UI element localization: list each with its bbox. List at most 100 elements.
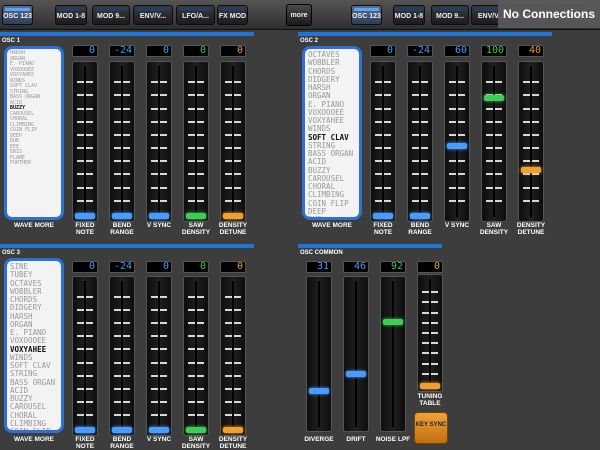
right-tab-2[interactable]: MOD 9... [431,5,469,25]
slider-tick [523,187,539,189]
slider-tick [225,362,241,364]
slider-tick [449,200,465,202]
osc2-slider-knob-3[interactable] [484,95,504,101]
slider-tick [114,173,130,175]
key-sync-button[interactable]: KEY SYNC [414,412,448,444]
right-tab-0[interactable]: OSC 123 [351,5,382,25]
osc2-slider-knob-2[interactable] [447,143,467,149]
slider-tick [77,309,93,311]
osc3-slider-knob-1[interactable] [112,427,132,433]
osc2-slider-4[interactable] [518,61,544,222]
right-tab-1[interactable]: MOD 1-8 [393,5,425,25]
slider-tick [188,296,204,298]
left-tab-3[interactable]: ENV/V... [133,5,173,25]
osc3-slider-3[interactable] [183,276,209,436]
left-tab-0[interactable]: OSC 123 [2,5,33,25]
osc3-slider-knob-2[interactable] [149,427,169,433]
osc3-slider-label-4: DENSITY DETUNE [218,436,248,450]
slider-tick [77,362,93,364]
osc1-slider-display-3: 0 [183,45,209,57]
osc1-slider-knob-0[interactable] [75,213,95,219]
left-tab-indicator-2 [95,8,127,11]
slider-tick [188,322,204,324]
slider-tick [225,348,241,350]
slider-tick [375,160,391,162]
osc3-slider-0[interactable] [72,276,98,436]
left-tab-4[interactable]: LFO/A... [176,5,215,25]
osc1-wave-list[interactable]: HARSH ORGAN E. PIANO VOXOOOEE VOXYAHEE WINDS S… [4,46,64,220]
slider-tick [77,81,93,83]
osc3-slider-4[interactable] [220,276,246,436]
slider-tick [188,187,204,189]
slider-tick [77,296,93,298]
more-button[interactable]: more [286,4,312,26]
slider-tick [225,296,241,298]
common-slider-2[interactable] [380,276,406,432]
slider-tick [412,147,428,149]
osc1-slider-display-2: 0 [146,45,172,57]
osc2-wave-list[interactable]: OCTAVES WOBBLER CHORDS DIDGERY HARSH ORGAN E. … [302,46,362,220]
osc3-slider-1[interactable] [109,276,135,436]
slider-tick [114,134,130,136]
osc2-slider-knob-1[interactable] [410,213,430,219]
osc1-slider-1[interactable] [109,61,135,222]
slider-tick [114,160,130,162]
osc2-slider-knob-0[interactable] [373,213,393,219]
slider-tick [188,375,204,377]
osc1-slider-knob-2[interactable] [149,213,169,219]
slider-tick [151,362,167,364]
osc2-slider-label-4: DENSITY DETUNE [516,222,546,236]
osc1-slider-knob-3[interactable] [186,213,206,219]
slider-tick [422,301,438,303]
slider-tick [188,414,204,416]
common-slider-knob-3[interactable] [420,383,440,389]
left-tab-5[interactable]: FX MOD [217,5,248,25]
common-slider-label-3: TUNING TABLE [417,393,443,407]
common-slider-display-1: 46 [343,261,369,273]
common-slider-1[interactable] [343,276,369,432]
common-slider-knob-1[interactable] [346,371,366,377]
osc1-slider-3[interactable] [183,61,209,222]
slider-tick [412,173,428,175]
osc2-slider-0[interactable] [370,61,396,222]
slider-tick [225,81,241,83]
slider-tick [151,388,167,390]
osc2-slider-knob-4[interactable] [521,167,541,173]
osc1-slider-knob-1[interactable] [112,213,132,219]
osc3-slider-2[interactable] [146,276,172,436]
common-slider-3[interactable] [417,274,443,392]
slider-tick [449,94,465,96]
wave-item[interactable]: FURTHER [10,160,61,167]
osc3-slider-knob-3[interactable] [186,427,206,433]
left-tab-1[interactable]: MOD 1-8 [55,5,87,25]
osc3-slider-knob-4[interactable] [223,427,243,433]
slider-tick [114,375,130,377]
slider-tick [225,160,241,162]
slider-tick [151,160,167,162]
osc3-slider-knob-0[interactable] [75,427,95,433]
osc1-slider-knob-4[interactable] [223,213,243,219]
left-tab-label-1: MOD 1-8 [56,13,86,20]
slider-tick [77,121,93,123]
common-slider-0[interactable] [306,276,332,432]
wave-item[interactable]: DUB [308,215,359,217]
slider-tick [412,187,428,189]
osc2-slider-1[interactable] [407,61,433,222]
slider-tick [151,147,167,149]
osc2-slider-3[interactable] [481,61,507,222]
slider-tick [486,160,502,162]
osc1-slider-4[interactable] [220,61,246,222]
wave-item[interactable]: COIN FLIP [10,427,61,430]
slider-tick [114,200,130,202]
common-slider-knob-2[interactable] [383,319,403,325]
osc1-slider-0[interactable] [72,61,98,222]
osc2-slider-2[interactable] [444,61,470,222]
osc1-slider-2[interactable] [146,61,172,222]
slider-tick [77,414,93,416]
osc3-wave-list[interactable]: SINE TUBEY OCTAVES WOBBLER CHORDS DIDGERY HARS… [4,258,64,433]
common-slider-knob-0[interactable] [309,388,329,394]
slider-tick [375,94,391,96]
left-tab-2[interactable]: MOD 9... [92,5,130,25]
osc3-slider-display-0: 0 [72,261,98,273]
slider-tick [449,173,465,175]
